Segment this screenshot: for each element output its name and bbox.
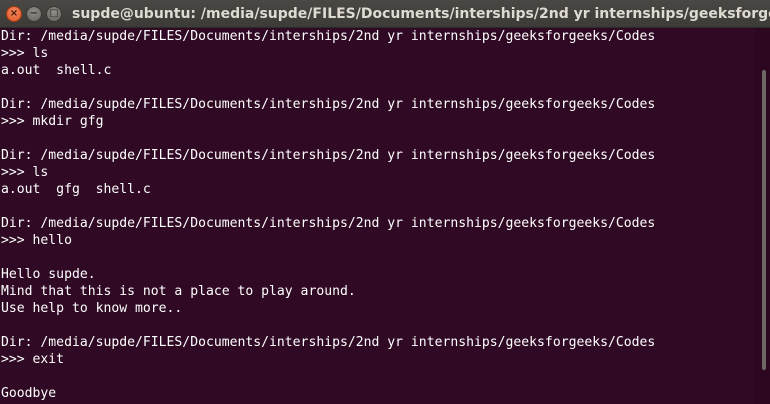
terminal-line: >>> ls [1, 165, 49, 180]
terminal-line: Dir: /media/supde/FILES/Documents/inters… [1, 97, 656, 112]
terminal-line: Dir: /media/supde/FILES/Documents/inters… [1, 335, 656, 350]
terminal-line: >>> exit [1, 352, 65, 367]
vertical-scrollbar[interactable] [755, 28, 770, 404]
minimize-icon: − [29, 8, 39, 19]
terminal-line: Dir: /media/supde/FILES/Documents/inters… [1, 148, 656, 163]
terminal-line: Use help to know more.. [1, 301, 183, 316]
terminal-window: × − □ supde@ubuntu: /media/supde/FILES/D… [0, 0, 770, 404]
terminal-output[interactable]: Dir: /media/supde/FILES/Documents/inters… [0, 28, 755, 404]
maximize-window-button[interactable]: □ [46, 6, 62, 22]
window-title: supde@ubuntu: /media/supde/FILES/Documen… [72, 6, 770, 22]
title-bar[interactable]: × − □ supde@ubuntu: /media/supde/FILES/D… [0, 0, 770, 28]
terminal-line: >>> mkdir gfg [1, 114, 104, 129]
terminal-line: Goodbye [1, 386, 57, 401]
terminal-line: >>> ls [1, 46, 49, 61]
maximize-icon: □ [49, 8, 59, 19]
scrollbar-thumb[interactable] [762, 70, 766, 370]
terminal-line: Dir: /media/supde/FILES/Documents/inters… [1, 29, 656, 44]
terminal-line: Mind that this is not a place to play ar… [1, 284, 356, 299]
terminal-line: a.out gfg shell.c [1, 182, 151, 197]
minimize-window-button[interactable]: − [26, 6, 42, 22]
terminal-line: Dir: /media/supde/FILES/Documents/inters… [1, 216, 656, 231]
close-window-button[interactable]: × [6, 6, 22, 22]
terminal-line: Hello supde. [1, 267, 96, 282]
terminal-line: a.out shell.c [1, 63, 112, 78]
terminal-line: >>> hello [1, 233, 72, 248]
close-icon: × [9, 8, 19, 19]
